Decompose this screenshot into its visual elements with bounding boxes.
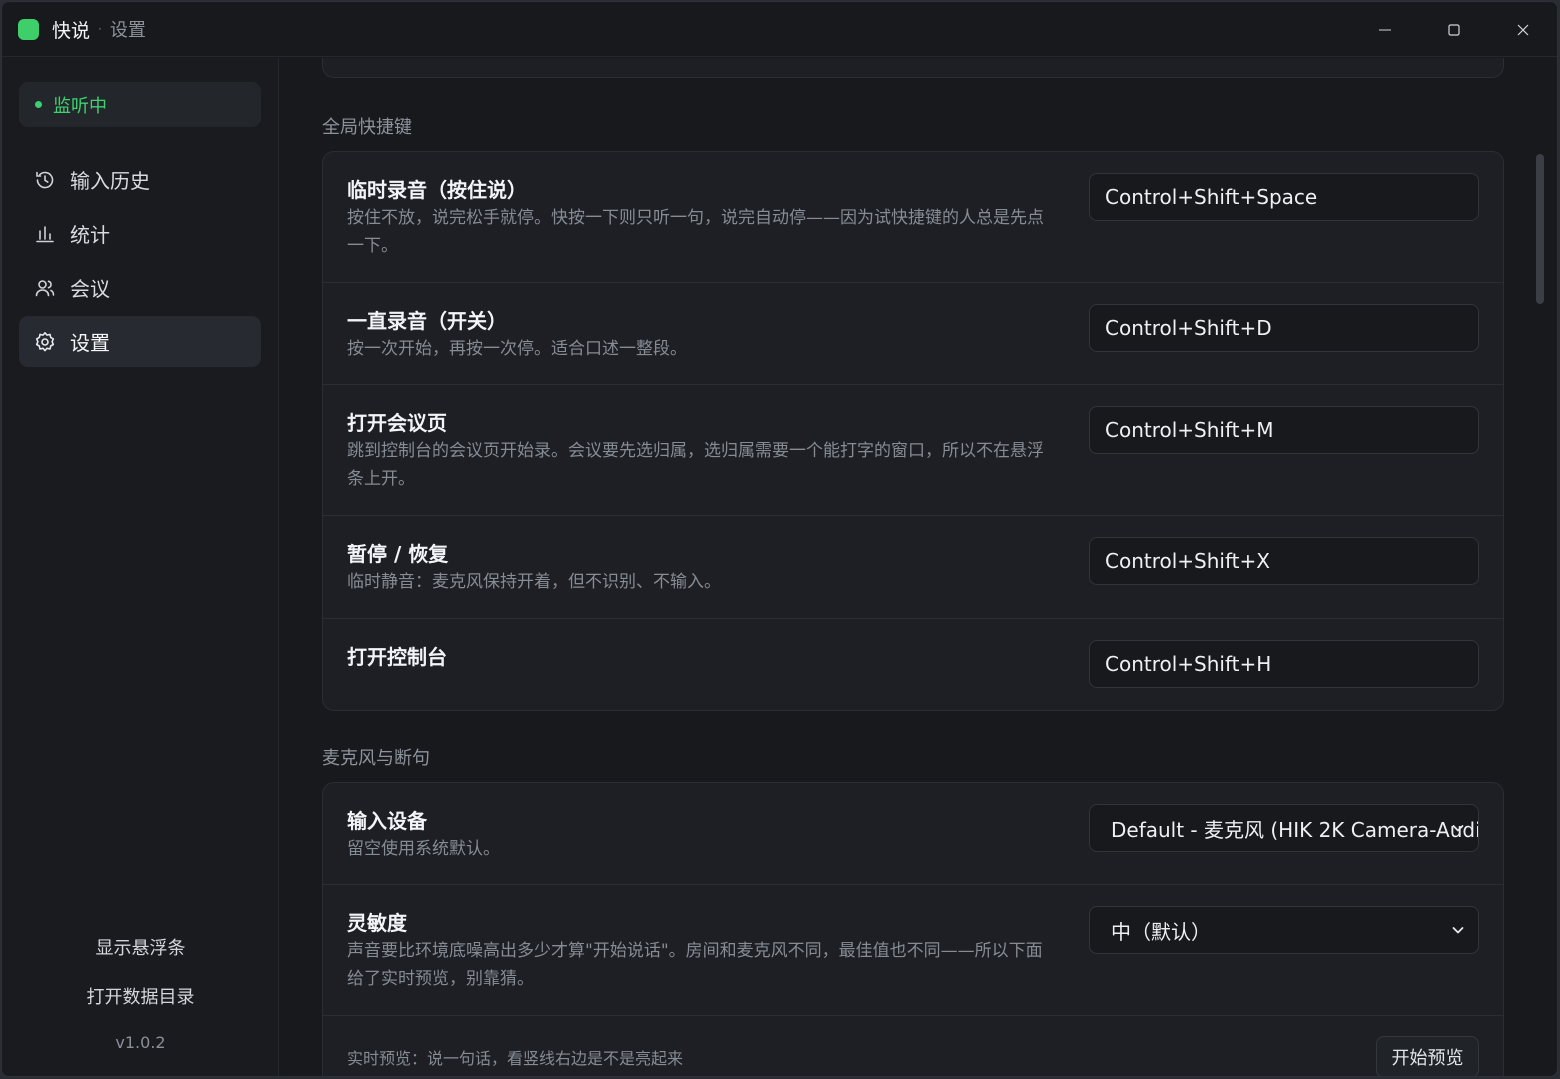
sidebar-item-label: 会议 <box>70 277 110 301</box>
hotkey-row: 打开控制台 Control+Shift+H <box>323 619 1503 710</box>
sidebar-item-meeting[interactable]: 会议 <box>19 262 261 313</box>
setting-row: 灵敏度 声音要比环境底噪高出多少才算"开始说话"。房间和麦克风不同，最佳值也不同… <box>323 885 1503 1016</box>
hotkey-input-open-console[interactable]: Control+Shift+H <box>1089 640 1479 688</box>
hotkey-description: 按一次开始，再按一次停。适合口述一整段。 <box>347 339 687 359</box>
window-controls <box>1350 2 1557 57</box>
close-button[interactable] <box>1488 2 1557 57</box>
window-subtitle: 设置 <box>109 20 146 41</box>
select-value: 中（默认） <box>1111 919 1211 944</box>
section-title-mic: 麦克风与断句 <box>322 748 430 769</box>
sidebar-item-stats[interactable]: 统计 <box>19 208 261 259</box>
app-window: 快说 · 设置 监听中 输入历史 统计 会议 设置 显示悬浮条 打开数据目录 v… <box>1 1 1558 1077</box>
hotkey-title: 打开控制台 <box>347 645 447 669</box>
app-logo-icon <box>18 18 39 40</box>
gear-icon <box>34 331 56 353</box>
open-data-dir-link[interactable]: 打开数据目录 <box>2 983 279 1009</box>
hotkey-title: 打开会议页 <box>347 411 447 435</box>
previous-card <box>322 58 1504 78</box>
preview-row: 实时预览：说一句话，看竖线右边是不是亮起来 开始预览 <box>323 1016 1503 1076</box>
sensitivity-select[interactable]: 中（默认） <box>1089 906 1479 954</box>
chart-icon <box>34 223 56 245</box>
hotkey-row: 打开会议页 跳到控制台的会议页开始录。会议要先选归属，选归属需要一个能打字的窗口… <box>323 385 1503 516</box>
mic-card: 输入设备 留空使用系统默认。 Default - 麦克风 (HIK 2K Cam… <box>322 782 1504 1076</box>
setting-description: 留空使用系统默认。 <box>347 839 500 859</box>
setting-row: 输入设备 留空使用系统默认。 Default - 麦克风 (HIK 2K Cam… <box>323 783 1503 885</box>
hotkey-input-open-meeting[interactable]: Control+Shift+M <box>1089 406 1479 454</box>
setting-title: 灵敏度 <box>347 911 407 935</box>
status-dot-icon <box>35 101 42 108</box>
chevron-down-icon <box>1452 927 1464 934</box>
version-label: v1.0.2 <box>115 1033 166 1052</box>
show-float-bar-link[interactable]: 显示悬浮条 <box>2 934 279 960</box>
listening-status: 监听中 <box>19 82 261 127</box>
hotkey-input-push-to-talk[interactable]: Control+Shift+Space <box>1089 173 1479 221</box>
hotkey-input-pause[interactable]: Control+Shift+X <box>1089 537 1479 585</box>
sidebar-item-history[interactable]: 输入历史 <box>19 154 261 205</box>
sidebar-item-settings[interactable]: 设置 <box>19 316 261 367</box>
title-bar: 快说 · 设置 <box>2 2 1557 57</box>
hotkey-title: 临时录音（按住说） <box>347 178 527 202</box>
hotkeys-card: 临时录音（按住说） 按住不放，说完松手就停。快按一下则只听一句，说完自动停——因… <box>322 151 1504 711</box>
hotkey-description: 跳到控制台的会议页开始录。会议要先选归属，选归属需要一个能打字的窗口，所以不在悬… <box>347 441 1044 489</box>
app-title: 快说 <box>52 19 91 42</box>
hotkey-row: 一直录音（开关） 按一次开始，再按一次停。适合口述一整段。 Control+Sh… <box>323 283 1503 385</box>
sidebar-footer: 显示悬浮条 打开数据目录 v1.0.2 <box>2 934 279 1052</box>
preview-hint: 实时预览：说一句话，看竖线右边是不是亮起来 <box>347 1049 684 1068</box>
sidebar: 监听中 输入历史 统计 会议 设置 显示悬浮条 打开数据目录 v1.0.2 <box>2 58 279 1076</box>
setting-title: 输入设备 <box>347 809 427 833</box>
hotkey-row: 临时录音（按住说） 按住不放，说完松手就停。快按一下则只听一句，说完自动停——因… <box>323 152 1503 283</box>
input-device-select[interactable]: Default - 麦克风 (HIK 2K Camera-Audio) <box>1089 804 1479 852</box>
settings-content: 全局快捷键 临时录音（按住说） 按住不放，说完松手就停。快按一下则只听一句，说完… <box>280 58 1545 1076</box>
close-icon <box>1517 24 1528 35</box>
sidebar-nav: 输入历史 统计 会议 设置 <box>19 154 261 370</box>
hotkey-description: 临时静音：麦克风保持开着，但不识别、不输入。 <box>347 572 721 592</box>
start-preview-button[interactable]: 开始预览 <box>1376 1036 1479 1076</box>
maximize-button[interactable] <box>1419 2 1488 57</box>
hotkey-title: 一直录音（开关） <box>347 309 507 333</box>
status-label: 监听中 <box>53 95 107 117</box>
hotkey-title: 暂停 / 恢复 <box>347 542 449 566</box>
hotkey-description: 按住不放，说完松手就停。快按一下则只听一句，说完自动停——因为试快捷键的人总是先… <box>347 208 1044 256</box>
people-icon <box>34 277 56 299</box>
sidebar-item-label: 设置 <box>70 331 110 355</box>
minimize-icon <box>1378 29 1391 30</box>
setting-description: 声音要比环境底噪高出多少才算"开始说话"。房间和麦克风不同，最佳值也不同——所以… <box>347 941 1043 989</box>
scrollbar-thumb[interactable] <box>1536 154 1544 304</box>
history-icon <box>34 169 56 191</box>
minimize-button[interactable] <box>1350 2 1419 57</box>
title-separator: · <box>98 22 102 36</box>
chevron-down-icon <box>1452 825 1464 832</box>
sidebar-item-label: 统计 <box>70 223 110 247</box>
sidebar-item-label: 输入历史 <box>70 169 150 193</box>
hotkey-row: 暂停 / 恢复 临时静音：麦克风保持开着，但不识别、不输入。 Control+S… <box>323 516 1503 619</box>
select-value: Default - 麦克风 (HIK 2K Camera-Audio) <box>1111 817 1479 842</box>
section-title-hotkeys: 全局快捷键 <box>322 117 412 138</box>
hotkey-input-toggle-record[interactable]: Control+Shift+D <box>1089 304 1479 352</box>
maximize-icon <box>1447 23 1460 36</box>
